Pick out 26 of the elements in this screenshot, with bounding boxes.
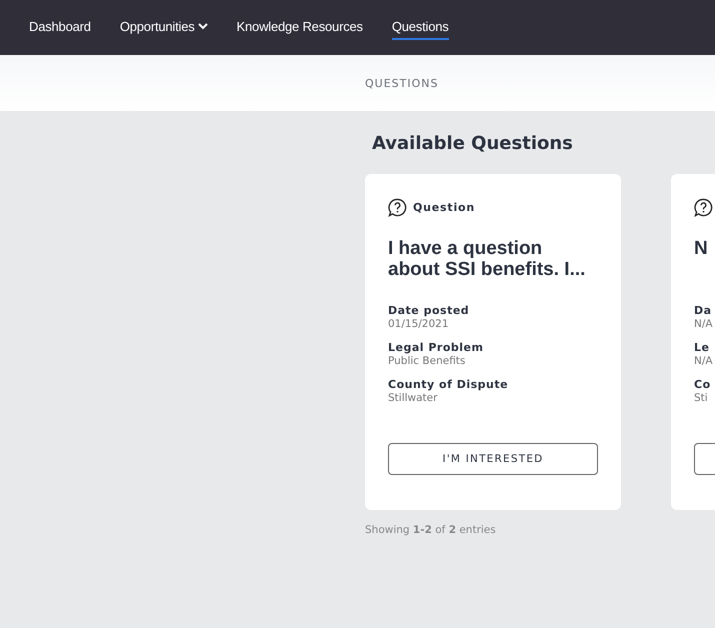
field-value: Stillwater [388, 392, 438, 404]
question-bubble-icon [388, 198, 407, 216]
field-value: 01/15/2021 [388, 318, 450, 330]
question-bubble-icon [694, 198, 713, 216]
field-label: Date posted [388, 304, 470, 317]
field-label: County of Dispute [388, 378, 510, 391]
field-value: N/A [694, 355, 714, 367]
card-title: I have a question about SSI benefits. I... [388, 238, 586, 280]
field-value: N/A [694, 318, 714, 330]
card-title: N [694, 238, 709, 261]
field-label: Da [694, 304, 713, 317]
card-type-label: Question [413, 200, 476, 214]
nav-link[interactable]: Questions [392, 15, 449, 40]
field-value: Public Benefits [388, 355, 466, 367]
field-value: Sti [694, 392, 709, 404]
breadcrumb-text: QUESTIONS [365, 76, 438, 90]
nav-link[interactable]: Knowledge Resources [236, 15, 363, 40]
field-label: Legal Problem [388, 341, 484, 354]
interested-button[interactable]: I'M INTERESTED [388, 443, 598, 475]
field-label: Le [694, 341, 710, 354]
section-heading: Available Questions [372, 133, 574, 156]
entries-count-text: Showing 1-2 of 2 entries [365, 524, 497, 536]
nav-link[interactable]: Opportunities [120, 15, 208, 40]
chevron-down-icon [198, 23, 208, 30]
nav-link[interactable]: Dashboard [29, 15, 91, 40]
field-label: Co [694, 378, 712, 391]
